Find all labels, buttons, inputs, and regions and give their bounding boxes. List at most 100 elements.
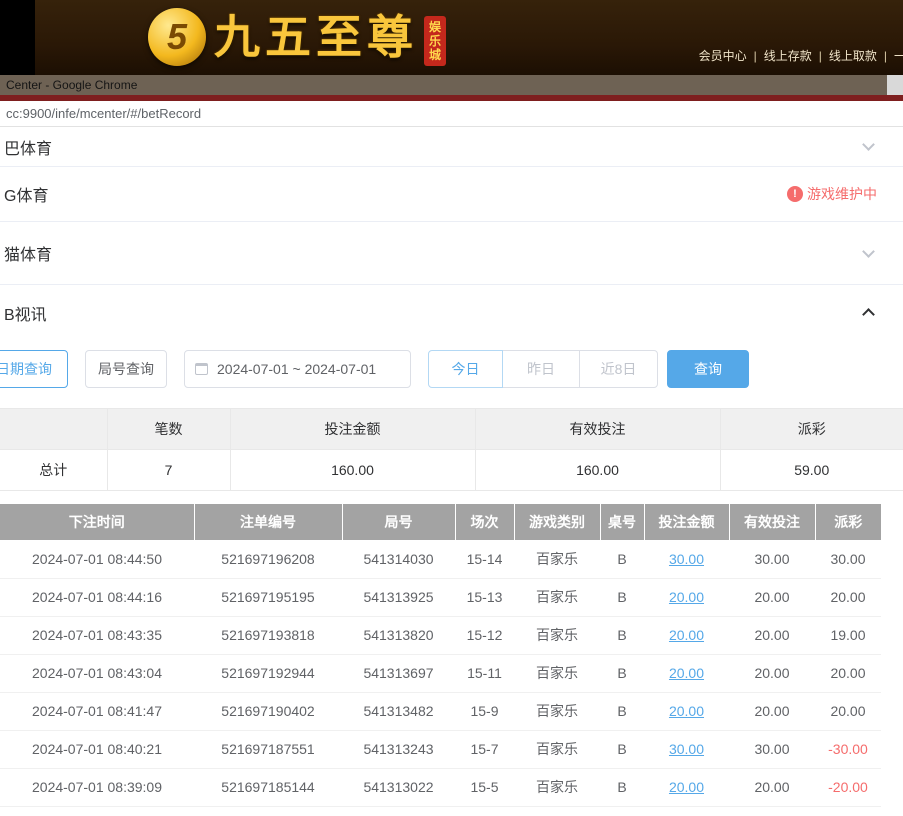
nav-member-center[interactable]: 会员中心 (699, 47, 747, 64)
accordion-item-live-casino[interactable]: B视讯 (0, 285, 903, 340)
cell-game-type: 百家乐 (514, 578, 600, 616)
accordion-item-sport-1[interactable]: 巴体育 (0, 127, 903, 167)
site-title: 九五至尊 (214, 8, 418, 66)
cell-bet-amount[interactable]: 20.00 (644, 616, 729, 654)
cell-payout: -20.00 (815, 768, 881, 806)
accordion-label: 巴体育 (4, 135, 52, 159)
cell-time: 2024-07-01 08:40:21 (0, 730, 194, 768)
site-banner: 5 九五至尊 娱 乐 城 会员中心 | 线上存款 | 线上取款 | 一键 (0, 0, 903, 75)
cell-payout: 20.00 (815, 692, 881, 730)
maintenance-text: 游戏维护中 (807, 184, 877, 204)
cell-bet-id: 521697193818 (194, 616, 342, 654)
date-range-value: 2024-07-01 ~ 2024-07-01 (217, 361, 376, 377)
cell-bet-amount[interactable]: 20.00 (644, 578, 729, 616)
cell-session: 15-5 (455, 768, 514, 806)
table-row: 2024-07-01 08:43:35521697193818541313820… (0, 616, 881, 654)
accordion-label: B视讯 (4, 301, 47, 325)
cell-session: 15-9 (455, 692, 514, 730)
cell-table-no: B (600, 768, 644, 806)
cell-bet-amount[interactable]: 30.00 (644, 540, 729, 578)
bet-record-table: 下注时间注单编号局号场次游戏类别桌号投注金额有效投注派彩 2024-07-01 … (0, 504, 881, 807)
accordion-label: G体育 (4, 182, 48, 206)
cell-payout: 30.00 (815, 540, 881, 578)
browser-urlbar[interactable]: cc:9900/infe/mcenter/#/betRecord (0, 101, 903, 127)
cell-session: 15-7 (455, 730, 514, 768)
cell-table-no: B (600, 540, 644, 578)
yesterday-button[interactable]: 昨日 (502, 350, 580, 388)
quick-date-group: 今日 昨日 近8日 (428, 350, 658, 388)
cell-valid-bet: 20.00 (729, 578, 815, 616)
filter-bar: 日期查询 局号查询 2024-07-01 ~ 2024-07-01 今日 昨日 … (0, 350, 903, 388)
table-row: 2024-07-01 08:44:16521697195195541313925… (0, 578, 881, 616)
chevron-down-icon (862, 138, 875, 151)
accordion-item-sport-2[interactable]: G体育 ! 游戏维护中 (0, 167, 903, 222)
table-row: 2024-07-01 08:39:09521697185144541313022… (0, 768, 881, 806)
round-query-button[interactable]: 局号查询 (85, 350, 167, 388)
exclamation-icon: ! (787, 186, 803, 202)
cell-valid-bet: 30.00 (729, 540, 815, 578)
summary-total-label: 总计 (0, 450, 107, 491)
today-button[interactable]: 今日 (428, 350, 503, 388)
date-query-button[interactable]: 日期查询 (0, 350, 68, 388)
summary-total-valid-bet: 160.00 (475, 450, 720, 491)
col-header-session: 场次 (455, 504, 514, 540)
cell-session: 15-12 (455, 616, 514, 654)
cell-bet-amount[interactable]: 30.00 (644, 730, 729, 768)
cell-payout: 20.00 (815, 654, 881, 692)
cell-bet-id: 521697190402 (194, 692, 342, 730)
col-header-time: 下注时间 (0, 504, 194, 540)
cell-time: 2024-07-01 08:39:09 (0, 768, 194, 806)
chevron-up-icon (862, 308, 875, 321)
cell-table-no: B (600, 616, 644, 654)
accordion-item-sport-3[interactable]: 猫体育 (0, 222, 903, 285)
cell-round-id: 541313820 (342, 616, 455, 654)
coin-logo-icon: 5 (148, 8, 206, 66)
calendar-icon (195, 363, 208, 375)
screen: { "banner": { "coin_text": "5", "title":… (0, 0, 903, 816)
window-title: Center - Google Chrome (6, 78, 137, 92)
table-row: 2024-07-01 08:40:21521697187551541313243… (0, 730, 881, 768)
cell-time: 2024-07-01 08:43:04 (0, 654, 194, 692)
cell-game-type: 百家乐 (514, 540, 600, 578)
cell-bet-amount[interactable]: 20.00 (644, 654, 729, 692)
cell-round-id: 541313022 (342, 768, 455, 806)
col-header-game-type: 游戏类别 (514, 504, 600, 540)
table-row: 2024-07-01 08:44:50521697196208541314030… (0, 540, 881, 578)
cell-round-id: 541313697 (342, 654, 455, 692)
bet-table-head-row: 下注时间注单编号局号场次游戏类别桌号投注金额有效投注派彩 (0, 504, 881, 540)
search-button[interactable]: 查询 (667, 350, 749, 388)
summary-total-bet-amount: 160.00 (230, 450, 475, 491)
accordion-label: 猫体育 (4, 241, 52, 265)
cell-bet-amount[interactable]: 20.00 (644, 692, 729, 730)
cell-bet-id: 521697196208 (194, 540, 342, 578)
cell-valid-bet: 20.00 (729, 654, 815, 692)
date-range-picker[interactable]: 2024-07-01 ~ 2024-07-01 (184, 350, 411, 388)
browser-titlebar[interactable]: Center - Google Chrome (0, 75, 903, 95)
badge-char: 娱 (429, 20, 441, 34)
cell-round-id: 541313925 (342, 578, 455, 616)
summary-header-valid-bet: 有效投注 (475, 409, 720, 450)
nav-one-key[interactable]: 一键 (894, 47, 903, 64)
summary-total-payout: 59.00 (720, 450, 903, 491)
cell-round-id: 541313243 (342, 730, 455, 768)
site-logo: 5 九五至尊 娱 乐 城 (148, 8, 446, 66)
cell-table-no: B (600, 578, 644, 616)
cell-table-no: B (600, 730, 644, 768)
col-header-round-id: 局号 (342, 504, 455, 540)
nav-withdraw[interactable]: 线上取款 (829, 47, 877, 64)
cell-game-type: 百家乐 (514, 768, 600, 806)
cell-bet-id: 521697195195 (194, 578, 342, 616)
nav-separator: | (819, 49, 822, 63)
cell-session: 15-13 (455, 578, 514, 616)
cell-payout: 19.00 (815, 616, 881, 654)
nav-separator: | (884, 49, 887, 63)
summary-table: 笔数 投注金额 有效投注 派彩 总计 7 160.00 160.00 59.00 (0, 408, 903, 491)
cell-time: 2024-07-01 08:44:16 (0, 578, 194, 616)
summary-header-bet-amount: 投注金额 (230, 409, 475, 450)
last-8-days-button[interactable]: 近8日 (579, 350, 658, 388)
window-controls[interactable] (887, 75, 903, 95)
nav-deposit[interactable]: 线上存款 (764, 47, 812, 64)
cell-bet-amount[interactable]: 20.00 (644, 768, 729, 806)
maintenance-badge: ! 游戏维护中 (787, 184, 877, 204)
url-text: cc:9900/infe/mcenter/#/betRecord (6, 106, 201, 121)
